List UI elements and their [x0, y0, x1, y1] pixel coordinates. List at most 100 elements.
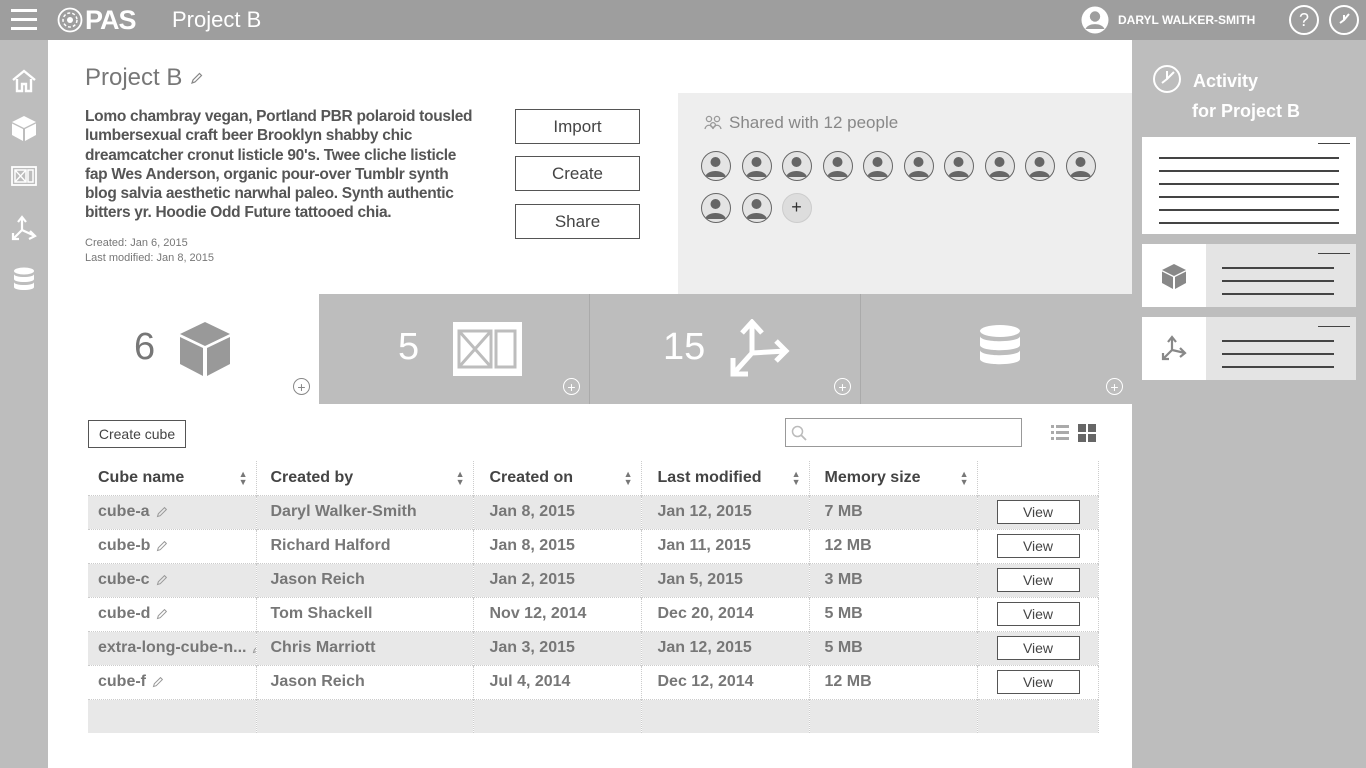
action-cell: View	[977, 664, 1099, 699]
cubes-tile[interactable]: 6 +	[48, 294, 319, 404]
cube-name[interactable]: cube-b	[98, 537, 150, 554]
project-title: Project B	[85, 64, 203, 92]
cube-name[interactable]: cube-f	[98, 673, 146, 690]
created-by-cell: Richard Halford	[256, 528, 474, 563]
cube-name[interactable]: extra-long-cube-n...	[98, 639, 246, 656]
datasources-tile[interactable]: +	[861, 294, 1132, 404]
project-description: Lomo chambray vegan, Portland PBR polaro…	[85, 108, 473, 222]
edit-icon[interactable]	[156, 574, 168, 586]
activity-subtitle: for Project B	[1192, 101, 1301, 121]
view-button[interactable]: View	[996, 568, 1080, 592]
person-avatar-icon[interactable]	[741, 151, 772, 181]
user-name: DARYL WALKER-SMITH	[1118, 13, 1256, 27]
table-row: cube-d Tom Shackell Nov 12, 2014 Dec 20, 20…	[88, 596, 1099, 631]
dimensions-tile[interactable]: 15 +	[590, 294, 861, 404]
add-dimension-icon[interactable]: +	[834, 378, 851, 395]
memory-size-cell: 12 MB	[809, 664, 978, 699]
view-button[interactable]: View	[996, 636, 1080, 660]
person-avatar-icon[interactable]	[701, 193, 731, 223]
created-by-cell: Chris Marriott	[256, 630, 474, 665]
add-cube-icon[interactable]: +	[293, 378, 310, 395]
table-row: cube-c Jason Reich Jan 2, 2015 Jan 5, 2015 3…	[88, 562, 1099, 597]
column-header-memory-size[interactable]: Memory size ▲ ▼	[809, 461, 978, 495]
view-icon[interactable]	[8, 160, 40, 192]
activity-title: Activity for Project B	[1192, 66, 1301, 126]
view-button[interactable]: View	[996, 534, 1080, 558]
cube-name[interactable]: cube-a	[98, 503, 150, 520]
last-modified-cell: Dec 12, 2014	[641, 664, 810, 699]
person-avatar-icon[interactable]	[984, 151, 1015, 181]
edit-icon[interactable]	[156, 506, 168, 518]
import-button[interactable]: Import	[515, 109, 640, 144]
cubes-table: Cube name ▲ ▼ Created by ▲ ▼ Created on ▲ ▼ La…	[88, 461, 1099, 733]
logo[interactable]: PAS	[57, 5, 137, 35]
search-box[interactable]	[785, 418, 1022, 447]
database-icon[interactable]	[8, 264, 40, 296]
create-button[interactable]: Create	[515, 156, 640, 191]
created-by-cell: Jason Reich	[256, 562, 474, 597]
column-header-cube-name[interactable]: Cube name ▲ ▼	[88, 461, 257, 495]
person-avatar-icon[interactable]	[1065, 151, 1096, 181]
list-view-icon[interactable]	[1051, 424, 1069, 442]
view-button[interactable]: View	[996, 602, 1080, 626]
cube-name-cell: extra-long-cube-n...	[88, 630, 257, 665]
person-avatar-icon[interactable]	[741, 193, 772, 223]
table-row: cube-b Richard Halford Jan 8, 2015 Jan 11, …	[88, 528, 1099, 563]
sort-icon[interactable]: ▲ ▼	[456, 470, 465, 487]
edit-icon[interactable]	[156, 608, 168, 620]
cube-name[interactable]: cube-d	[98, 605, 150, 622]
modified-date: Last modified: Jan 8, 2015	[85, 252, 215, 264]
menu-icon[interactable]	[11, 9, 37, 31]
activity-item[interactable]	[1142, 137, 1356, 234]
home-icon[interactable]	[8, 65, 40, 97]
sort-icon[interactable]: ▲ ▼	[792, 470, 801, 487]
activity-item[interactable]	[1142, 317, 1356, 380]
view-button[interactable]: View	[996, 500, 1080, 524]
empty-row	[88, 698, 1099, 733]
edit-icon[interactable]	[156, 540, 168, 552]
axes-icon[interactable]	[8, 212, 40, 244]
person-avatar-icon[interactable]	[701, 151, 731, 181]
table-row: extra-long-cube-n... Chris Marriott Jan 3,…	[88, 630, 1099, 665]
add-view-icon[interactable]: +	[563, 378, 580, 395]
edit-icon[interactable]	[152, 676, 164, 688]
user-menu[interactable]: DARYL WALKER-SMITH	[1080, 5, 1255, 35]
question-icon[interactable]: ?	[1289, 5, 1319, 35]
activity-panel: Activity for Project B	[1132, 40, 1366, 768]
left-nav	[0, 40, 48, 768]
person-avatar-icon[interactable]	[944, 151, 974, 181]
person-avatar-icon[interactable]	[822, 151, 853, 181]
column-header-last-modified[interactable]: Last modified ▲ ▼	[641, 461, 810, 495]
grid-view-icon[interactable]	[1078, 424, 1096, 442]
add-person-icon[interactable]: +	[782, 193, 812, 223]
view-button[interactable]: View	[996, 670, 1080, 694]
shared-label: Shared with 12 people	[729, 113, 899, 132]
person-avatar-icon[interactable]	[782, 151, 812, 181]
activity-heading: Activity	[1193, 71, 1259, 91]
column-header-created-by[interactable]: Created by ▲ ▼	[256, 461, 474, 495]
person-avatar-icon[interactable]	[1025, 151, 1055, 181]
sort-icon[interactable]: ▲ ▼	[960, 470, 969, 487]
table-header-row: Cube name ▲ ▼ Created by ▲ ▼ Created on ▲ ▼ La…	[88, 461, 1099, 495]
table-row: cube-f Jason Reich Jul 4, 2014 Dec 12, 2014…	[88, 664, 1099, 699]
sort-icon[interactable]: ▲ ▼	[624, 470, 633, 487]
edit-icon[interactable]	[190, 72, 203, 85]
dimensions-count: 15	[663, 326, 706, 368]
person-avatar-icon[interactable]	[903, 151, 934, 181]
cube-icon[interactable]	[8, 112, 40, 144]
search-input[interactable]	[810, 422, 1015, 443]
create-cube-button[interactable]: Create cube	[88, 420, 186, 448]
person-avatar-icon[interactable]	[863, 151, 893, 181]
views-tile[interactable]: 5 +	[319, 294, 590, 404]
add-datasource-icon[interactable]: +	[1106, 378, 1123, 395]
edit-icon[interactable]	[252, 642, 256, 654]
column-header-created-on[interactable]: Created on ▲ ▼	[473, 461, 642, 495]
shared-panel: Shared with 12 people +	[678, 93, 1132, 294]
share-button[interactable]: Share	[515, 204, 640, 239]
cube-name[interactable]: cube-c	[98, 571, 150, 588]
sort-icon[interactable]: ▲ ▼	[239, 470, 248, 487]
activity-item[interactable]	[1142, 244, 1356, 307]
header-label: Created by	[270, 468, 354, 486]
cube-icon	[180, 322, 230, 376]
clock-check-icon[interactable]	[1329, 5, 1359, 35]
